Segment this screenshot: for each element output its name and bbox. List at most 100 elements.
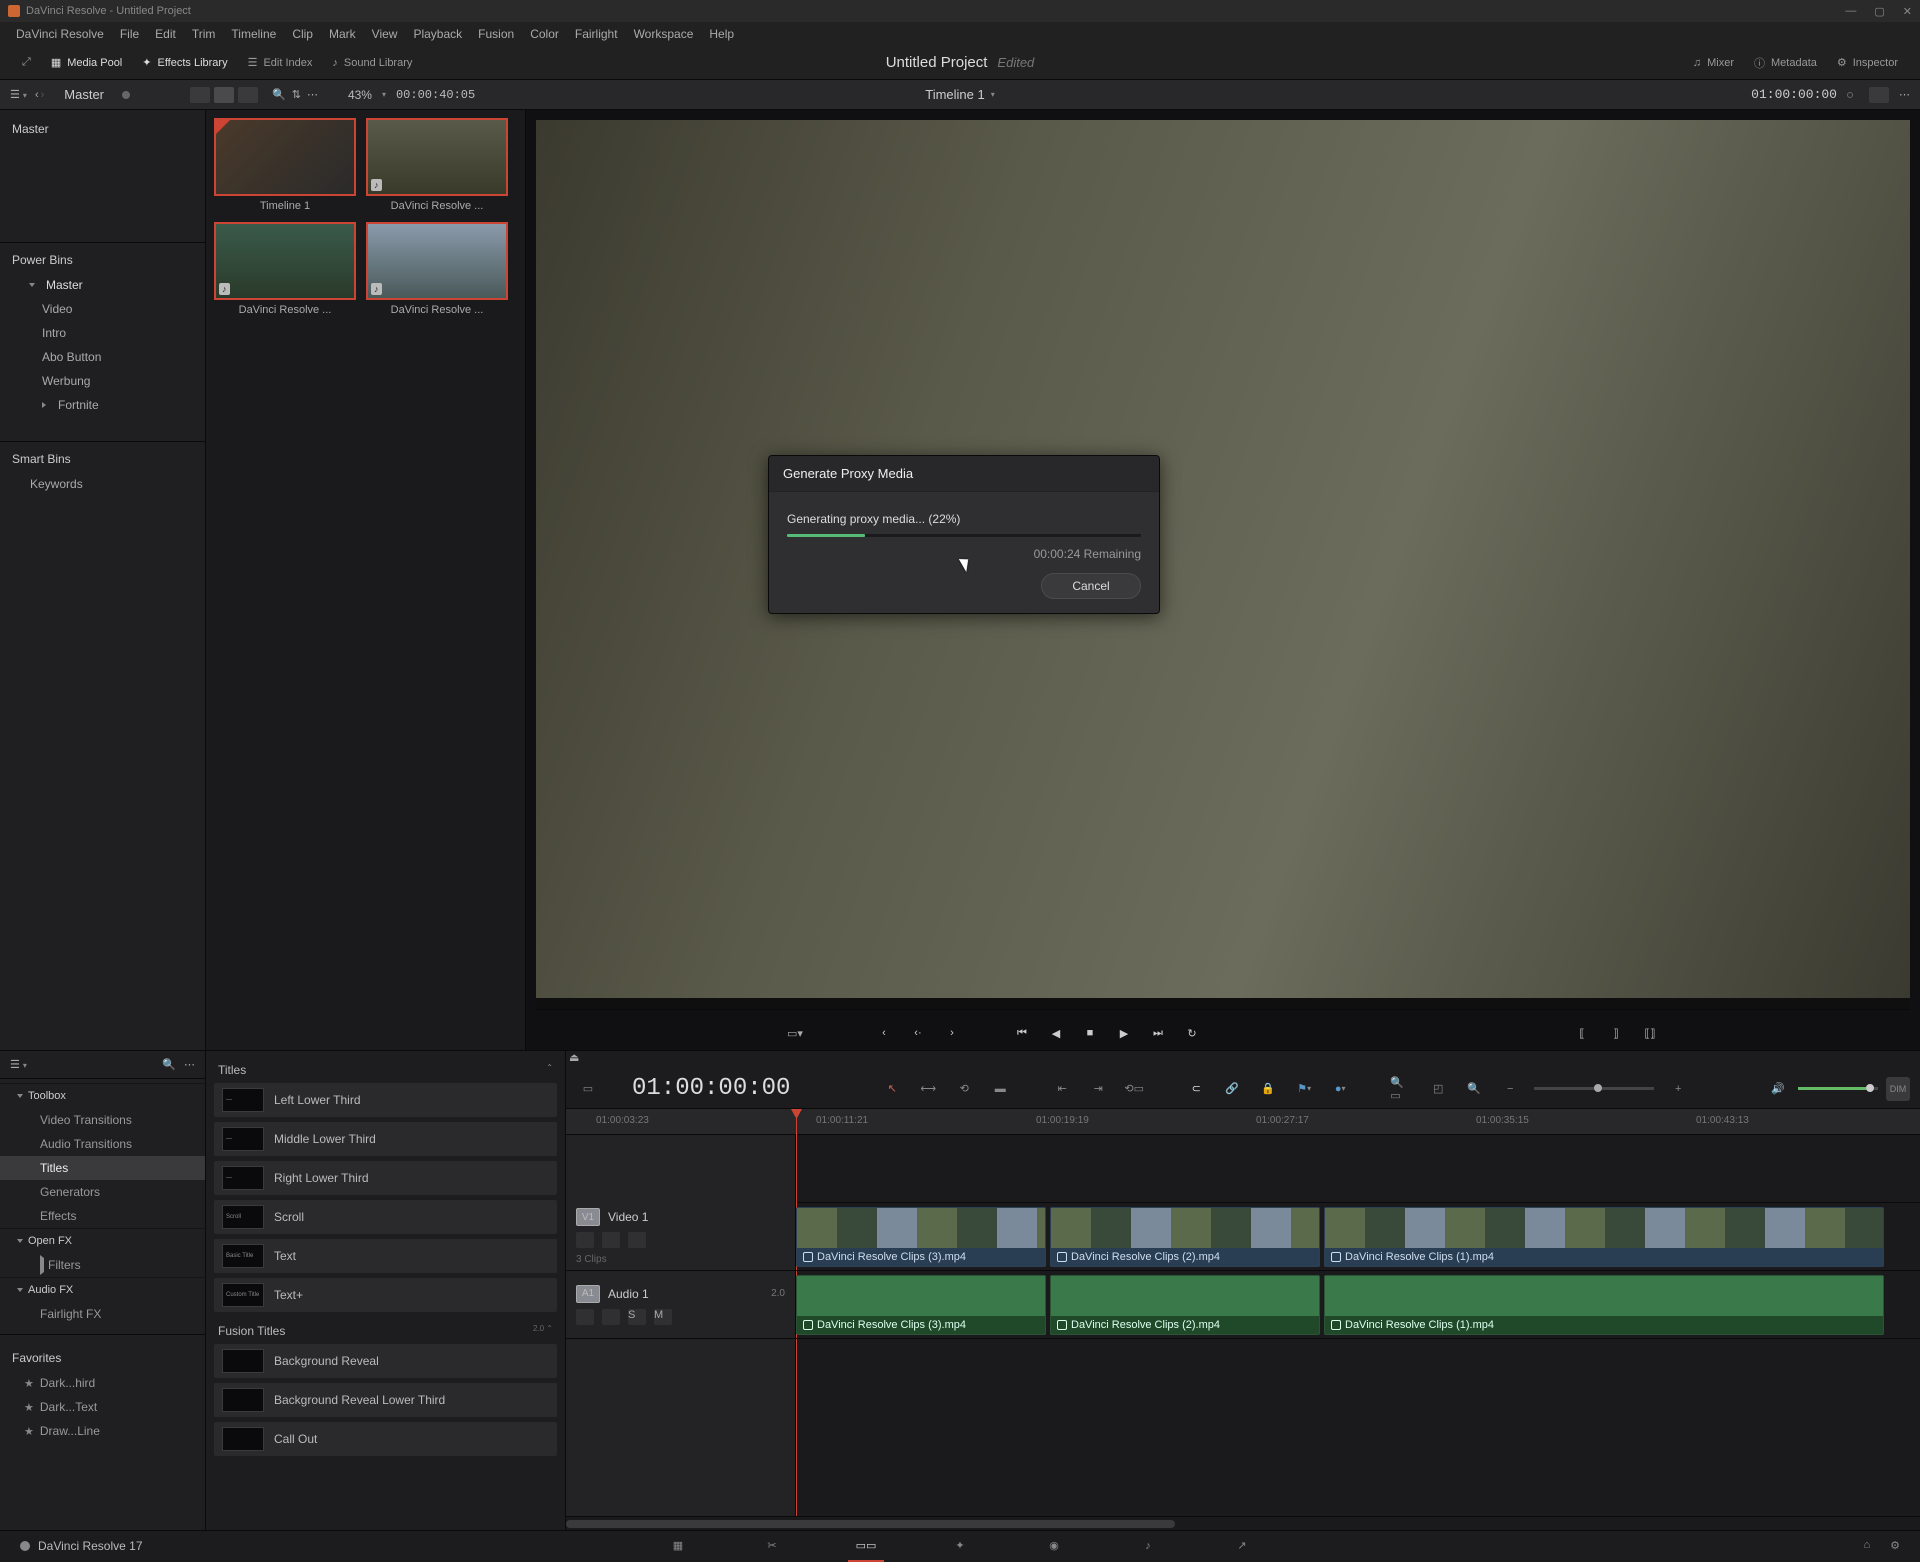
bin-item-abo-button[interactable]: Abo Button bbox=[0, 345, 205, 369]
marker-icon[interactable]: ●▾ bbox=[1328, 1077, 1352, 1101]
fx-video-transitions[interactable]: Video Transitions bbox=[0, 1108, 205, 1132]
minimize-button[interactable]: — bbox=[1845, 5, 1856, 18]
viewer-zoom[interactable]: 43% bbox=[348, 88, 372, 102]
color-page-icon[interactable]: ◉ bbox=[1042, 1536, 1066, 1556]
audio-track-header[interactable]: A1 Audio 1 2.0 SM bbox=[566, 1271, 795, 1339]
close-button[interactable]: ✕ bbox=[1903, 5, 1912, 18]
fusion-title-background-reveal[interactable]: Background Reveal bbox=[214, 1344, 557, 1378]
a1-tag[interactable]: A1 bbox=[576, 1285, 600, 1303]
fx-generators[interactable]: Generators bbox=[0, 1180, 205, 1204]
play-icon[interactable]: ▶ bbox=[1115, 1024, 1133, 1042]
title-middle-lower-third[interactable]: —Middle Lower Third bbox=[214, 1122, 557, 1156]
mark-out-icon[interactable]: ⟧ bbox=[1607, 1024, 1625, 1042]
view-grid-icon[interactable] bbox=[214, 87, 234, 103]
fusion-titles-section-label[interactable]: Fusion Titles bbox=[218, 1324, 285, 1338]
bin-item-werbung[interactable]: Werbung bbox=[0, 369, 205, 393]
fx-titles[interactable]: Titles bbox=[0, 1156, 205, 1180]
expand-button[interactable]: ⤢ bbox=[12, 52, 41, 73]
bin-item-fortnite[interactable]: Fortnite bbox=[0, 393, 205, 417]
nav-back[interactable]: ‹ bbox=[35, 89, 39, 101]
disable-track-icon[interactable] bbox=[628, 1232, 646, 1248]
tl-zoom-in-icon[interactable]: 🔍 bbox=[1462, 1077, 1486, 1101]
menu-trim[interactable]: Trim bbox=[184, 27, 224, 41]
effects-more-icon[interactable]: ⋯ bbox=[184, 1058, 195, 1071]
maximize-button[interactable]: ▢ bbox=[1874, 5, 1884, 18]
title-left-lower-third[interactable]: —Left Lower Third bbox=[214, 1083, 557, 1117]
view-list-icon[interactable] bbox=[238, 87, 258, 103]
video-clip-0[interactable]: DaVinci Resolve Clips (3).mp4 bbox=[796, 1207, 1046, 1267]
replace-icon[interactable]: ⟲▭ bbox=[1122, 1077, 1146, 1101]
link-icon[interactable]: 🔗 bbox=[1220, 1077, 1244, 1101]
settings-icon[interactable]: ⚙ bbox=[1890, 1539, 1900, 1552]
menu-timeline[interactable]: Timeline bbox=[223, 27, 284, 41]
media-page-icon[interactable]: ▦ bbox=[666, 1536, 690, 1556]
bin-item-intro[interactable]: Intro bbox=[0, 321, 205, 345]
timeline-viewer[interactable]: ▭▾ ‹ ‹· › ⏮ ◀ ■ ▶ ⏭ ↻ ⟦ ⟧ ⟦⟧ bbox=[526, 110, 1920, 1050]
video-track-header[interactable]: V1 Video 1 3 Clips bbox=[566, 1203, 795, 1271]
zoom-slider[interactable] bbox=[1534, 1087, 1654, 1090]
reverse-play-icon[interactable]: ◀ bbox=[1047, 1024, 1065, 1042]
audio-clip-2[interactable]: DaVinci Resolve Clips (1).mp4 bbox=[1324, 1275, 1884, 1335]
tl-zoom-out-icon[interactable]: ◰ bbox=[1426, 1077, 1450, 1101]
track-lanes[interactable]: DaVinci Resolve Clips (3).mp4DaVinci Res… bbox=[796, 1135, 1920, 1516]
menu-edit[interactable]: Edit bbox=[147, 27, 184, 41]
next-clip-icon[interactable]: ⏭ bbox=[1149, 1024, 1167, 1042]
dynamic-trim-icon[interactable]: ⟲ bbox=[952, 1077, 976, 1101]
blade-tool-icon[interactable]: ▬ bbox=[988, 1077, 1012, 1101]
cut-page-icon[interactable]: ✂ bbox=[760, 1536, 784, 1556]
edit-page-icon[interactable]: ▭▭ bbox=[854, 1536, 878, 1556]
fusion-title-call-out[interactable]: Call Out bbox=[214, 1422, 557, 1456]
menu-workspace[interactable]: Workspace bbox=[626, 27, 702, 41]
mixer-toggle[interactable]: ♫ Mixer bbox=[1683, 51, 1744, 75]
effects-search-icon[interactable]: 🔍 bbox=[162, 1058, 176, 1071]
fairlightfx-item[interactable]: Fairlight FX bbox=[0, 1302, 205, 1326]
match-frame-icon[interactable]: ▭▾ bbox=[787, 1027, 803, 1040]
titles-section-label[interactable]: Titles bbox=[218, 1063, 246, 1077]
viewer-more-icon[interactable]: ⋯ bbox=[1899, 88, 1910, 101]
menu-view[interactable]: View bbox=[364, 27, 406, 41]
volume-icon[interactable]: 🔊 bbox=[1766, 1077, 1790, 1101]
edit-index-toggle[interactable]: ☰ Edit Index bbox=[238, 52, 323, 73]
bin-item-video[interactable]: Video bbox=[0, 297, 205, 321]
favorite-dark-text[interactable]: ★Dark...Text bbox=[0, 1395, 205, 1419]
stop-icon[interactable]: ■ bbox=[1081, 1024, 1099, 1042]
menu-help[interactable]: Help bbox=[701, 27, 742, 41]
audiofx-header[interactable]: Audio FX bbox=[0, 1277, 205, 1302]
lock-icon[interactable]: 🔒 bbox=[1256, 1077, 1280, 1101]
deliver-page-icon[interactable]: ↗ bbox=[1230, 1536, 1254, 1556]
insert-icon[interactable]: ⇤ bbox=[1050, 1077, 1074, 1101]
menu-playback[interactable]: Playback bbox=[405, 27, 470, 41]
inspector-toggle[interactable]: ⚙ Inspector bbox=[1827, 51, 1908, 75]
home-icon[interactable]: ⌂ bbox=[1863, 1539, 1870, 1552]
volume-slider[interactable] bbox=[1798, 1087, 1878, 1090]
bin-dropdown-2[interactable]: ☰ ▾ bbox=[10, 1058, 27, 1071]
mark-in-icon[interactable]: ⟦ bbox=[1573, 1024, 1591, 1042]
overwrite-icon[interactable]: ⇥ bbox=[1086, 1077, 1110, 1101]
openfx-header[interactable]: Open FX bbox=[0, 1228, 205, 1253]
fx-audio-transitions[interactable]: Audio Transitions bbox=[0, 1132, 205, 1156]
nav-prev-icon[interactable]: ‹ bbox=[875, 1024, 893, 1042]
toolbox-header[interactable]: Toolbox bbox=[0, 1083, 205, 1108]
clip-3[interactable]: ♪DaVinci Resolve ... bbox=[366, 222, 508, 316]
more-icon[interactable]: ⋯ bbox=[307, 88, 318, 101]
nav-fwd[interactable]: › bbox=[41, 89, 45, 101]
lock-atrack-icon[interactable] bbox=[576, 1309, 594, 1325]
zoom-minus[interactable]: − bbox=[1498, 1077, 1522, 1101]
fusion-page-icon[interactable]: ✦ bbox=[948, 1536, 972, 1556]
menu-davinci-resolve[interactable]: DaVinci Resolve bbox=[8, 27, 112, 41]
fusion-title-background-reveal-lower-third[interactable]: Background Reveal Lower Third bbox=[214, 1383, 557, 1417]
menu-fusion[interactable]: Fusion bbox=[470, 27, 522, 41]
menu-mark[interactable]: Mark bbox=[321, 27, 364, 41]
power-master-bin[interactable]: Master bbox=[0, 273, 205, 297]
menu-clip[interactable]: Clip bbox=[284, 27, 321, 41]
audio-clip-0[interactable]: DaVinci Resolve Clips (3).mp4 bbox=[796, 1275, 1046, 1335]
source-eject-2[interactable]: ⏏ bbox=[566, 1051, 1920, 1069]
video-clip-2[interactable]: DaVinci Resolve Clips (1).mp4 bbox=[1324, 1207, 1884, 1267]
title-text+[interactable]: Custom TitleText+ bbox=[214, 1278, 557, 1312]
prev-clip-icon[interactable]: ⏮ bbox=[1013, 1024, 1031, 1042]
search-icon[interactable]: 🔍 bbox=[272, 88, 286, 101]
bin-dropdown[interactable]: ☰ ▾ bbox=[10, 88, 27, 101]
filters-item[interactable]: Filters bbox=[0, 1253, 205, 1277]
tl-search-icon[interactable]: 🔍▭ bbox=[1390, 1077, 1414, 1101]
video-clip-1[interactable]: DaVinci Resolve Clips (2).mp4 bbox=[1050, 1207, 1320, 1267]
